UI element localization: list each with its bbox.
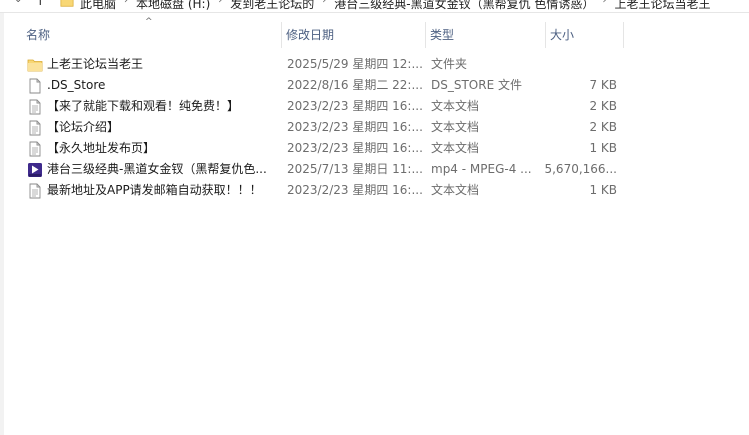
file-name: 港台三级经典-黑道女金钗（黑帮复仇色... (47, 162, 267, 176)
breadcrumb-item[interactable]: 港台三级经典-黑道女金钗（黑帮复仇 色情诱惑） (334, 0, 594, 12)
file-row[interactable]: 【来了就能下载和观看！纯免费！】 2023/2/23 星期四 16:... 文本… (22, 96, 627, 117)
breadcrumb-item[interactable]: 本地磁盘 (H:) (136, 0, 210, 12)
text-file-icon (29, 99, 41, 115)
navigation-pane-edge (0, 13, 4, 435)
file-date: 2025/5/29 星期四 12:... (287, 57, 423, 71)
file-type: 文本文档 (431, 141, 480, 155)
column-header-size[interactable]: 大小 (546, 22, 624, 48)
file-type: mp4 - MPEG-4 ... (431, 162, 532, 176)
folder-icon (27, 59, 43, 72)
file-type: 文件夹 (431, 57, 468, 71)
file-date: 2023/2/23 星期四 16:... (287, 99, 423, 113)
file-name: 最新地址及APP请发邮箱自动获取！！！ (47, 183, 262, 197)
chevron-right-icon[interactable]: › (124, 0, 128, 12)
file-row[interactable]: 上老王论坛当老王 2025/5/29 星期四 12:... 文件夹 (22, 54, 627, 75)
file-row[interactable]: 【论坛介绍】 2023/2/23 星期四 16:... 文本文档 2 KB (22, 117, 627, 138)
file-row[interactable]: 【永久地址发布页】 2023/2/23 星期四 16:... 文本文档 1 KB (22, 138, 627, 159)
file-size: 1 KB (589, 183, 617, 197)
breadcrumb: 此电脑 › 本地磁盘 (H:) › 发到老王论坛的 › 港台三级经典-黑道女金钗… (80, 0, 710, 12)
file-type: 文本文档 (431, 183, 480, 197)
file-name: 【永久地址发布页】 (47, 141, 156, 155)
file-list: 上老王论坛当老王 2025/5/29 星期四 12:... 文件夹 .DS_St… (22, 54, 627, 201)
file-size: 2 KB (589, 99, 617, 113)
file-date: 2023/2/23 星期四 16:... (287, 141, 423, 155)
text-file-icon (29, 141, 41, 157)
breadcrumb-item[interactable]: 上老王论坛当老王 (614, 0, 710, 12)
video-file-icon (28, 163, 42, 177)
column-header-type[interactable]: 类型 (426, 22, 546, 48)
column-header-date[interactable]: 修改日期 (282, 22, 426, 48)
file-row[interactable]: 港台三级经典-黑道女金钗（黑帮复仇色... 2025/7/13 星期日 11:.… (22, 159, 627, 180)
recent-locations-chevron-icon[interactable]: ⌄ (14, 0, 22, 5)
chevron-right-icon[interactable]: › (218, 0, 222, 12)
file-type: 文本文档 (431, 99, 480, 113)
file-date: 2023/2/23 星期四 16:... (287, 183, 423, 197)
file-size: 5,670,166... (544, 162, 617, 176)
chevron-right-icon[interactable]: › (602, 0, 606, 12)
column-header-name[interactable]: 名称 (22, 22, 282, 48)
file-icon (29, 78, 41, 94)
breadcrumb-item[interactable]: 发到老王论坛的 (230, 0, 314, 12)
column-header: 名称 修改日期 类型 大小 (22, 22, 627, 48)
chevron-right-icon[interactable]: › (322, 0, 326, 12)
file-type: DS_STORE 文件 (431, 78, 522, 92)
file-size: 2 KB (589, 120, 617, 134)
file-size: 1 KB (589, 141, 617, 155)
folder-icon (60, 0, 74, 7)
file-type: 文本文档 (431, 120, 480, 134)
address-bar: ⌄ ↑ 此电脑 › 本地磁盘 (H:) › 发到老王论坛的 › 港台三级经典-黑… (0, 0, 749, 13)
text-file-icon (29, 183, 41, 199)
file-date: 2025/7/13 星期日 11:... (287, 162, 423, 176)
text-file-icon (29, 120, 41, 136)
breadcrumb-item[interactable]: 此电脑 (80, 0, 116, 12)
file-size: 7 KB (589, 78, 617, 92)
file-name: 【来了就能下载和观看！纯免费！】 (47, 99, 240, 113)
file-row[interactable]: 最新地址及APP请发邮箱自动获取！！！ 2023/2/23 星期四 16:...… (22, 180, 627, 201)
file-name: 【论坛介绍】 (47, 120, 120, 134)
file-name: 上老王论坛当老王 (47, 57, 144, 71)
file-date: 2023/2/23 星期四 16:... (287, 120, 423, 134)
file-name: .DS_Store (47, 78, 106, 92)
file-date: 2022/8/16 星期二 22:... (287, 78, 423, 92)
up-arrow-icon[interactable]: ↑ (34, 0, 47, 9)
file-row[interactable]: .DS_Store 2022/8/16 星期二 22:... DS_STORE … (22, 75, 627, 96)
